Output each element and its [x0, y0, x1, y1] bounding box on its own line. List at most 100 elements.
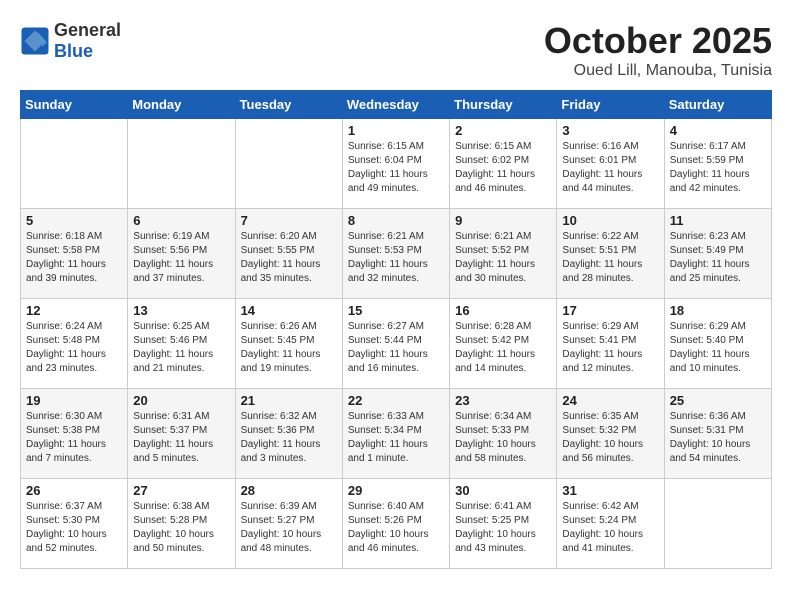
calendar-cell: 5 Sunrise: 6:18 AM Sunset: 5:58 PM Daylig…	[21, 209, 128, 299]
logo-blue: Blue	[54, 41, 93, 61]
day-number: 6	[133, 213, 229, 228]
day-info: Sunrise: 6:16 AM Sunset: 6:01 PM Dayligh…	[562, 140, 658, 196]
day-info: Sunrise: 6:15 AM Sunset: 6:02 PM Dayligh…	[455, 140, 551, 196]
day-number: 27	[133, 483, 229, 498]
month-title: October 2025	[544, 20, 772, 62]
weekday-saturday: Saturday	[664, 91, 771, 119]
calendar-cell: 8 Sunrise: 6:21 AM Sunset: 5:53 PM Daylig…	[342, 209, 449, 299]
day-number: 26	[26, 483, 122, 498]
day-number: 8	[348, 213, 444, 228]
day-info: Sunrise: 6:21 AM Sunset: 5:53 PM Dayligh…	[348, 230, 444, 286]
day-number: 19	[26, 393, 122, 408]
calendar-cell: 16 Sunrise: 6:28 AM Sunset: 5:42 PM Dayli…	[450, 299, 557, 389]
calendar-cell: 4Sunrise: 6:17 AM Sunset: 5:59 PM Daylig…	[664, 119, 771, 209]
day-info: Sunrise: 6:20 AM Sunset: 5:55 PM Dayligh…	[241, 230, 337, 286]
day-number: 22	[348, 393, 444, 408]
calendar-cell: 9 Sunrise: 6:21 AM Sunset: 5:52 PM Daylig…	[450, 209, 557, 299]
calendar-cell: 31 Sunrise: 6:42 AM Sunset: 5:24 PM Dayli…	[557, 479, 664, 569]
day-number: 3	[562, 123, 658, 138]
day-info: Sunrise: 6:28 AM Sunset: 5:42 PM Dayligh…	[455, 320, 551, 376]
day-number: 4	[670, 123, 766, 138]
day-number: 20	[133, 393, 229, 408]
title-area: October 2025 Oued Lill, Manouba, Tunisia	[544, 20, 772, 80]
day-number: 18	[670, 303, 766, 318]
day-number: 1	[348, 123, 444, 138]
day-info: Sunrise: 6:23 AM Sunset: 5:49 PM Dayligh…	[670, 230, 766, 286]
weekday-sunday: Sunday	[21, 91, 128, 119]
weekday-header-row: SundayMondayTuesdayWednesdayThursdayFrid…	[21, 91, 772, 119]
calendar-cell	[21, 119, 128, 209]
calendar-cell: 12 Sunrise: 6:24 AM Sunset: 5:48 PM Dayli…	[21, 299, 128, 389]
day-info: Sunrise: 6:40 AM Sunset: 5:26 PM Dayligh…	[348, 500, 444, 556]
day-info: Sunrise: 6:31 AM Sunset: 5:37 PM Dayligh…	[133, 410, 229, 466]
day-info: Sunrise: 6:24 AM Sunset: 5:48 PM Dayligh…	[26, 320, 122, 376]
day-number: 28	[241, 483, 337, 498]
day-number: 25	[670, 393, 766, 408]
day-info: Sunrise: 6:35 AM Sunset: 5:32 PM Dayligh…	[562, 410, 658, 466]
day-info: Sunrise: 6:22 AM Sunset: 5:51 PM Dayligh…	[562, 230, 658, 286]
calendar-cell: 10 Sunrise: 6:22 AM Sunset: 5:51 PM Dayli…	[557, 209, 664, 299]
day-info: Sunrise: 6:21 AM Sunset: 5:52 PM Dayligh…	[455, 230, 551, 286]
calendar-cell: 1 Sunrise: 6:15 AM Sunset: 6:04 PM Daylig…	[342, 119, 449, 209]
day-info: Sunrise: 6:19 AM Sunset: 5:56 PM Dayligh…	[133, 230, 229, 286]
calendar-cell: 18 Sunrise: 6:29 AM Sunset: 5:40 PM Dayli…	[664, 299, 771, 389]
page-header: General Blue October 2025 Oued Lill, Man…	[20, 20, 772, 80]
calendar-cell: 11 Sunrise: 6:23 AM Sunset: 5:49 PM Dayli…	[664, 209, 771, 299]
calendar-cell: 6 Sunrise: 6:19 AM Sunset: 5:56 PM Daylig…	[128, 209, 235, 299]
calendar-cell: 2 Sunrise: 6:15 AM Sunset: 6:02 PM Daylig…	[450, 119, 557, 209]
day-info: Sunrise: 6:27 AM Sunset: 5:44 PM Dayligh…	[348, 320, 444, 376]
weekday-tuesday: Tuesday	[235, 91, 342, 119]
logo-icon	[20, 26, 50, 56]
day-number: 17	[562, 303, 658, 318]
calendar-cell: 20 Sunrise: 6:31 AM Sunset: 5:37 PM Dayli…	[128, 389, 235, 479]
day-info: Sunrise: 6:37 AM Sunset: 5:30 PM Dayligh…	[26, 500, 122, 556]
logo-general: General	[54, 20, 121, 40]
day-number: 5	[26, 213, 122, 228]
day-number: 16	[455, 303, 551, 318]
calendar-week-1: 5 Sunrise: 6:18 AM Sunset: 5:58 PM Daylig…	[21, 209, 772, 299]
calendar-cell: 25Sunrise: 6:36 AM Sunset: 5:31 PM Dayli…	[664, 389, 771, 479]
calendar-cell	[664, 479, 771, 569]
day-number: 14	[241, 303, 337, 318]
calendar-cell: 26 Sunrise: 6:37 AM Sunset: 5:30 PM Dayli…	[21, 479, 128, 569]
day-number: 29	[348, 483, 444, 498]
day-info: Sunrise: 6:33 AM Sunset: 5:34 PM Dayligh…	[348, 410, 444, 466]
calendar-week-4: 26 Sunrise: 6:37 AM Sunset: 5:30 PM Dayli…	[21, 479, 772, 569]
day-number: 12	[26, 303, 122, 318]
day-number: 30	[455, 483, 551, 498]
calendar-cell: 15 Sunrise: 6:27 AM Sunset: 5:44 PM Dayli…	[342, 299, 449, 389]
day-info: Sunrise: 6:26 AM Sunset: 5:45 PM Dayligh…	[241, 320, 337, 376]
calendar-cell: 22 Sunrise: 6:33 AM Sunset: 5:34 PM Dayli…	[342, 389, 449, 479]
day-number: 31	[562, 483, 658, 498]
day-info: Sunrise: 6:15 AM Sunset: 6:04 PM Dayligh…	[348, 140, 444, 196]
weekday-wednesday: Wednesday	[342, 91, 449, 119]
weekday-monday: Monday	[128, 91, 235, 119]
calendar-week-3: 19Sunrise: 6:30 AM Sunset: 5:38 PM Dayli…	[21, 389, 772, 479]
calendar-cell: 17 Sunrise: 6:29 AM Sunset: 5:41 PM Dayli…	[557, 299, 664, 389]
day-number: 10	[562, 213, 658, 228]
day-info: Sunrise: 6:18 AM Sunset: 5:58 PM Dayligh…	[26, 230, 122, 286]
calendar-week-0: 1 Sunrise: 6:15 AM Sunset: 6:04 PM Daylig…	[21, 119, 772, 209]
location-title: Oued Lill, Manouba, Tunisia	[544, 62, 772, 80]
calendar-cell: 21Sunrise: 6:32 AM Sunset: 5:36 PM Dayli…	[235, 389, 342, 479]
day-info: Sunrise: 6:25 AM Sunset: 5:46 PM Dayligh…	[133, 320, 229, 376]
day-number: 9	[455, 213, 551, 228]
day-number: 11	[670, 213, 766, 228]
calendar-week-2: 12 Sunrise: 6:24 AM Sunset: 5:48 PM Dayli…	[21, 299, 772, 389]
calendar-cell: 3 Sunrise: 6:16 AM Sunset: 6:01 PM Daylig…	[557, 119, 664, 209]
calendar-cell: 19Sunrise: 6:30 AM Sunset: 5:38 PM Dayli…	[21, 389, 128, 479]
calendar-table: SundayMondayTuesdayWednesdayThursdayFrid…	[20, 90, 772, 569]
calendar-cell: 28 Sunrise: 6:39 AM Sunset: 5:27 PM Dayli…	[235, 479, 342, 569]
day-number: 13	[133, 303, 229, 318]
day-info: Sunrise: 6:41 AM Sunset: 5:25 PM Dayligh…	[455, 500, 551, 556]
calendar-cell	[235, 119, 342, 209]
day-info: Sunrise: 6:42 AM Sunset: 5:24 PM Dayligh…	[562, 500, 658, 556]
day-info: Sunrise: 6:29 AM Sunset: 5:41 PM Dayligh…	[562, 320, 658, 376]
day-info: Sunrise: 6:29 AM Sunset: 5:40 PM Dayligh…	[670, 320, 766, 376]
calendar-cell: 30 Sunrise: 6:41 AM Sunset: 5:25 PM Dayli…	[450, 479, 557, 569]
calendar-cell: 14 Sunrise: 6:26 AM Sunset: 5:45 PM Dayli…	[235, 299, 342, 389]
day-number: 15	[348, 303, 444, 318]
calendar-cell: 13 Sunrise: 6:25 AM Sunset: 5:46 PM Dayli…	[128, 299, 235, 389]
day-info: Sunrise: 6:39 AM Sunset: 5:27 PM Dayligh…	[241, 500, 337, 556]
day-number: 2	[455, 123, 551, 138]
